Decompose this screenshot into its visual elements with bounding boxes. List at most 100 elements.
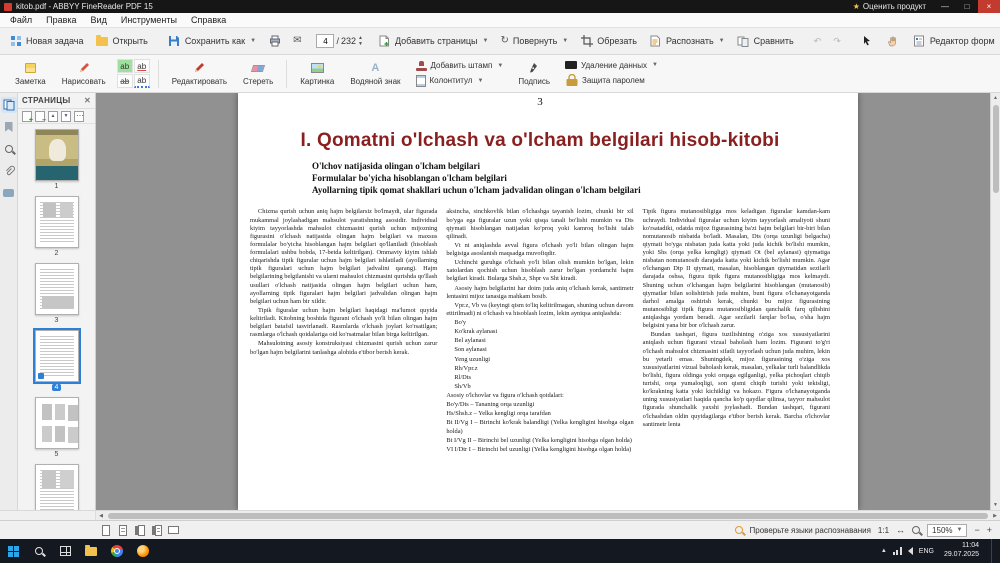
volume-icon[interactable] (907, 547, 913, 555)
open-button[interactable]: Открыть (90, 32, 152, 51)
menu-file[interactable]: Файл (4, 14, 38, 26)
page-thumbnail-2[interactable] (34, 196, 79, 248)
show-desktop-button[interactable] (991, 539, 996, 563)
add-pages-button[interactable]: Добавить страницы ▼ (373, 32, 493, 51)
highlight-text-button[interactable]: ab (116, 59, 133, 73)
chrome-button[interactable] (104, 539, 130, 563)
scroll-down-icon[interactable]: ▼ (993, 500, 998, 510)
language-indicator[interactable]: ENG (919, 548, 934, 555)
scroll-up-icon[interactable]: ▲ (993, 93, 998, 103)
attachments-panel-button[interactable] (1, 163, 17, 179)
menu-edit[interactable]: Правка (40, 14, 82, 26)
page-thumbnail-1[interactable] (34, 129, 79, 181)
undo-button[interactable]: ↶ (809, 33, 827, 50)
draw-button[interactable]: Нарисовать (57, 59, 111, 88)
watermark-button[interactable]: A Водяной знак (345, 59, 405, 88)
tray-expand-icon[interactable]: ▲ (881, 548, 887, 554)
continuous-view-button[interactable] (117, 524, 128, 537)
two-page-continuous-button[interactable] (151, 524, 162, 537)
maximize-button[interactable]: □ (956, 0, 978, 13)
browser-button[interactable] (130, 539, 156, 563)
squiggly-underline-button[interactable]: ab (133, 74, 150, 88)
add-stamp-button[interactable]: Добавить штамп ▼ (412, 60, 508, 72)
form-editor-button[interactable]: Редактор форм (908, 32, 1000, 51)
signature-label: Подпись (518, 77, 550, 86)
file-explorer-button[interactable] (78, 539, 104, 563)
compare-button[interactable]: Сравнить (732, 32, 799, 51)
taskbar-clock[interactable]: 11:04 29.07.2025 (940, 542, 983, 560)
close-panel-icon[interactable]: ✕ (84, 96, 91, 105)
fit-width-icon[interactable]: ↔ (896, 525, 905, 535)
page-thumbnail-item[interactable]: 3 (34, 263, 79, 324)
rotate-button[interactable]: ↻ Повернуть ▼ (495, 33, 573, 49)
single-page-view-button[interactable] (100, 524, 111, 537)
more-page-actions-button[interactable] (74, 110, 84, 122)
header-footer-button[interactable]: Колонтитул ▼ (412, 74, 508, 88)
comments-panel-button[interactable] (1, 185, 17, 201)
new-task-button[interactable]: Новая задача (4, 32, 88, 51)
reading-mode-button[interactable] (168, 524, 179, 537)
close-button[interactable]: × (978, 0, 1000, 13)
taskbar-search-button[interactable] (26, 539, 52, 563)
page-number-input[interactable] (316, 34, 335, 48)
zoom-in-button[interactable]: + (987, 525, 992, 535)
strikethrough-text-button[interactable]: ab (116, 74, 133, 88)
picture-button[interactable]: Картинка (295, 59, 339, 88)
vertical-scroll-thumb[interactable] (992, 105, 999, 193)
search-panel-button[interactable] (1, 141, 17, 157)
scroll-right-icon[interactable]: ▶ (990, 513, 1000, 519)
edit-text-button[interactable]: Редактировать (167, 59, 232, 88)
add-page-button[interactable] (22, 110, 33, 124)
underline-text-button[interactable]: ab (133, 59, 150, 73)
page-thumbnail-3[interactable] (34, 263, 79, 315)
horizontal-scroll-thumb[interactable] (108, 512, 988, 519)
recognize-button[interactable]: Распознать ▼ (644, 32, 730, 51)
page-thumbnail-item[interactable]: 6 (34, 464, 79, 510)
redo-button[interactable]: ↷ (828, 33, 846, 50)
page-thumbnail-item-selected[interactable]: 4 (32, 328, 81, 391)
network-icon[interactable] (892, 547, 902, 555)
signature-button[interactable]: Подпись (513, 59, 555, 88)
pages-panel-button[interactable] (0, 97, 17, 113)
zoom-out-button[interactable]: − (974, 525, 979, 535)
password-protect-button[interactable]: Защита паролем (561, 73, 662, 88)
delete-page-button[interactable] (35, 110, 46, 124)
start-button[interactable] (0, 539, 26, 563)
page-thumbnail-item[interactable]: 2 (34, 196, 79, 257)
menu-view[interactable]: Вид (85, 14, 113, 26)
actual-size-button[interactable]: 1:1 (878, 526, 889, 535)
paragraph: aksincha, sinchkovlik bilan o'lchashga t… (446, 208, 634, 240)
save-as-button[interactable]: Сохранить как ▼ (163, 32, 261, 51)
menu-tools[interactable]: Инструменты (115, 14, 183, 26)
document-view[interactable]: 3 I. Qomatni o'lchash va o'lcham belgila… (96, 93, 1000, 510)
note-button[interactable]: Заметка (10, 59, 51, 88)
page-thumbnail-4[interactable] (32, 328, 81, 384)
horizontal-scrollbar[interactable]: ◀ ▶ (96, 511, 1000, 520)
move-page-down-button[interactable] (61, 110, 71, 122)
select-tool-button[interactable] (856, 32, 879, 51)
zoom-tool-icon[interactable] (912, 526, 921, 534)
page-thumbnail-item[interactable]: 1 (34, 129, 79, 190)
language-check-message[interactable]: Проверьте языки распознавания (750, 526, 871, 535)
vertical-scrollbar[interactable]: ▲ ▼ (990, 93, 1000, 510)
page-thumbnail-5[interactable] (34, 397, 79, 449)
email-button[interactable]: ✉ (288, 33, 306, 49)
page-thumbnail-item[interactable]: 5 (34, 397, 79, 458)
task-view-button[interactable] (52, 539, 78, 563)
two-page-view-button[interactable] (134, 524, 145, 537)
next-page-button[interactable]: ▼ (358, 41, 363, 47)
redaction-button[interactable]: Удаление данных ▼ (561, 60, 662, 71)
scroll-left-icon[interactable]: ◀ (96, 513, 106, 519)
zoom-level-select[interactable]: 150% ▼ (927, 523, 968, 537)
minimize-button[interactable]: — (934, 0, 956, 13)
previous-page-button[interactable]: ▲ (358, 35, 363, 41)
print-button[interactable] (263, 32, 286, 51)
page-thumbnail-6[interactable] (34, 464, 79, 510)
crop-button[interactable]: Обрезать (575, 32, 642, 51)
erase-button[interactable]: Стереть (238, 59, 278, 88)
rate-product-button[interactable]: ★ Оценить продукт (845, 2, 934, 11)
move-page-up-button[interactable] (48, 110, 58, 122)
hand-tool-button[interactable] (881, 32, 904, 51)
menu-help[interactable]: Справка (185, 14, 232, 26)
bookmarks-panel-button[interactable] (1, 119, 17, 135)
